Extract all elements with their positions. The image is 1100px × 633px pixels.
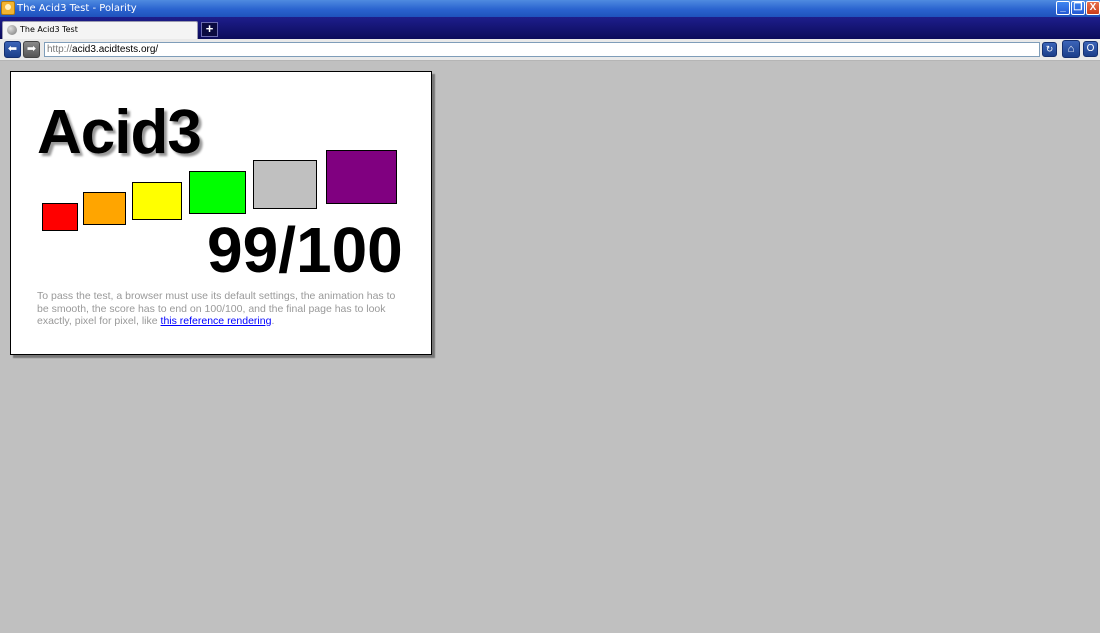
minimize-button[interactable]: _: [1056, 1, 1070, 15]
home-button[interactable]: ⌂: [1062, 40, 1080, 58]
home-icon: ⌂: [1067, 43, 1075, 55]
close-button[interactable]: X: [1086, 1, 1100, 15]
navigation-bar: ⬅ ➡ http://acid3.acidtests.org/ ↻ ⌂ O: [0, 39, 1100, 61]
new-tab-button[interactable]: +: [201, 22, 218, 37]
reload-button[interactable]: ↻: [1042, 42, 1057, 57]
description-end: .: [271, 315, 275, 327]
box-orange: [83, 192, 126, 225]
address-bar[interactable]: http://acid3.acidtests.org/: [44, 42, 1040, 57]
tab-acid3[interactable]: The Acid3 Test: [2, 21, 198, 39]
arrow-left-icon: ⬅: [7, 43, 18, 55]
box-lime: [189, 171, 246, 214]
options-button[interactable]: O: [1083, 41, 1098, 57]
restore-button[interactable]: ❐: [1071, 1, 1085, 15]
url-host: acid3.acidtests.org/: [72, 44, 159, 55]
box-red: [42, 203, 78, 231]
app-icon: [1, 1, 15, 15]
description: To pass the test, a browser must use its…: [37, 290, 407, 328]
reference-rendering-link[interactable]: this reference rendering: [161, 315, 272, 327]
box-purple: [326, 150, 397, 204]
tab-title: The Acid3 Test: [20, 25, 78, 34]
box-yellow: [132, 182, 182, 220]
forward-button[interactable]: ➡: [23, 41, 40, 58]
page-heading: Acid3: [37, 98, 202, 167]
back-button[interactable]: ⬅: [4, 41, 21, 58]
tab-strip: The Acid3 Test +: [0, 17, 1100, 39]
arrow-right-icon: ➡: [26, 43, 37, 55]
globe-icon: [7, 25, 17, 35]
acid3-test-card: Acid3 99/100 To pass the test, a browser…: [10, 71, 432, 355]
url-scheme: http://: [47, 44, 73, 55]
box-silver: [253, 160, 317, 209]
title-bar: The Acid3 Test - Polarity _ ❐ X: [0, 0, 1100, 17]
reload-icon: ↻: [1045, 44, 1054, 54]
window-title: The Acid3 Test - Polarity: [17, 3, 137, 14]
score: 99/100: [207, 214, 403, 286]
